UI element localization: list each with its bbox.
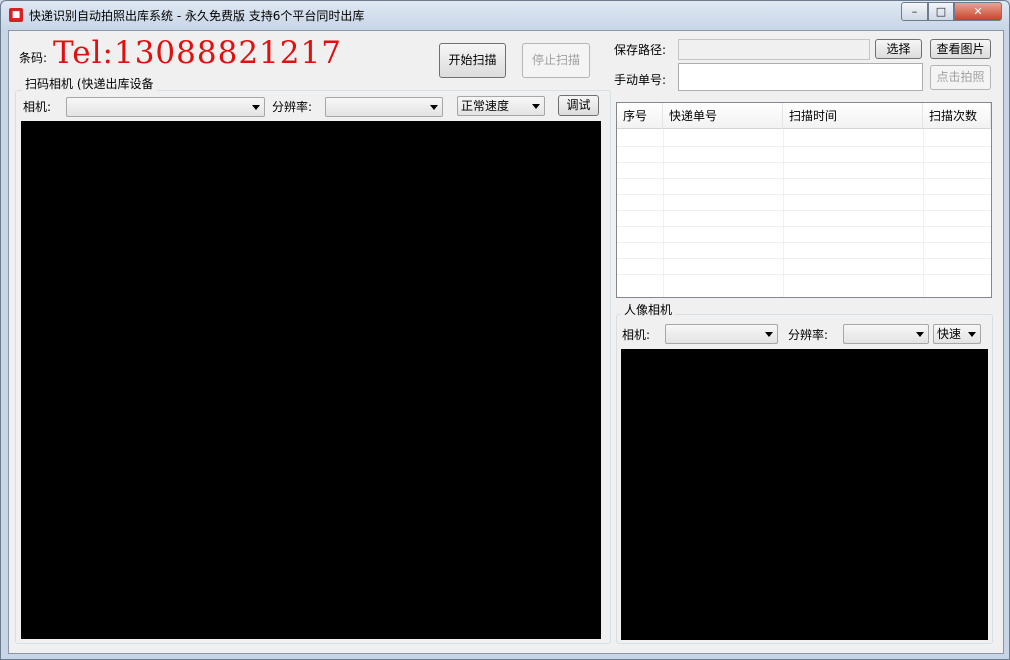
chevron-down-icon: [532, 104, 540, 109]
chevron-down-icon: [252, 105, 260, 110]
start-scan-button[interactable]: 开始扫描: [439, 43, 506, 78]
scan-camera-preview: [21, 121, 601, 639]
save-path-label: 保存路径:: [614, 43, 667, 57]
row-divider: [617, 258, 991, 259]
portrait-camera-select[interactable]: [665, 324, 778, 344]
column-divider: [783, 129, 784, 297]
scan-camera-select[interactable]: [66, 97, 265, 117]
chevron-down-icon: [968, 332, 976, 337]
scan-speed-select-value: 正常速度: [461, 99, 510, 113]
close-button[interactable]: ✕: [954, 2, 1002, 21]
save-path-field[interactable]: [678, 39, 870, 60]
row-divider: [617, 194, 991, 195]
row-divider: [617, 178, 991, 179]
manual-number-label: 手动单号:: [614, 73, 667, 87]
portrait-resolution-label: 分辨率:: [788, 328, 829, 342]
portrait-camera-group-title: 人像相机: [621, 301, 676, 318]
row-divider: [617, 274, 991, 275]
chevron-down-icon: [765, 332, 773, 337]
column-header-index[interactable]: 序号: [617, 103, 663, 129]
row-divider: [617, 210, 991, 211]
select-path-button[interactable]: 选择: [875, 39, 922, 59]
scan-camera-group-title: 扫码相机 (快递出库设备: [22, 75, 157, 92]
manual-number-input[interactable]: [678, 63, 923, 91]
window-title: 快递识别自动拍照出库系统 - 永久免费版 支持6个平台同时出库: [29, 9, 365, 23]
title-bar[interactable]: ■ 快递识别自动拍照出库系统 - 永久免费版 支持6个平台同时出库 – □ ✕: [1, 1, 1010, 29]
column-header-tracking-number[interactable]: 快递单号: [663, 103, 783, 129]
maximize-button[interactable]: □: [928, 2, 954, 21]
minimize-button[interactable]: –: [901, 2, 928, 21]
scan-resolution-select[interactable]: [325, 97, 443, 117]
scan-speed-select[interactable]: 正常速度: [457, 96, 545, 116]
view-images-button[interactable]: 查看图片: [930, 39, 991, 59]
barcode-value: Tel:13088821217: [53, 35, 342, 71]
app-logo-icon: ■: [9, 8, 23, 22]
portrait-speed-select[interactable]: 快速: [933, 324, 981, 344]
column-divider: [923, 129, 924, 297]
column-header-scan-time[interactable]: 扫描时间: [783, 103, 923, 129]
column-divider: [663, 129, 664, 297]
chevron-down-icon: [430, 105, 438, 110]
portrait-resolution-select[interactable]: [843, 324, 929, 344]
column-header-scan-count[interactable]: 扫描次数: [923, 103, 991, 129]
debug-button[interactable]: 调试: [558, 95, 599, 116]
row-divider: [617, 242, 991, 243]
stop-scan-button[interactable]: 停止扫描: [522, 43, 590, 78]
row-divider: [617, 162, 991, 163]
app-window: ■ 快递识别自动拍照出库系统 - 永久免费版 支持6个平台同时出库 – □ ✕ …: [0, 0, 1010, 660]
chevron-down-icon: [916, 332, 924, 337]
portrait-camera-label: 相机:: [622, 328, 651, 342]
capture-button[interactable]: 点击拍照: [930, 65, 991, 90]
scan-resolution-label: 分辨率:: [272, 100, 313, 114]
client-area: 条码: Tel:13088821217 开始扫描 停止扫描 扫码相机 (快递出库…: [8, 30, 1004, 654]
scan-record-table[interactable]: 序号 快递单号 扫描时间 扫描次数: [616, 102, 992, 298]
row-divider: [617, 226, 991, 227]
portrait-speed-select-value: 快速: [937, 327, 962, 341]
row-divider: [617, 146, 991, 147]
barcode-label: 条码:: [19, 51, 48, 65]
portrait-camera-preview: [621, 349, 988, 640]
scan-camera-label: 相机:: [23, 100, 52, 114]
